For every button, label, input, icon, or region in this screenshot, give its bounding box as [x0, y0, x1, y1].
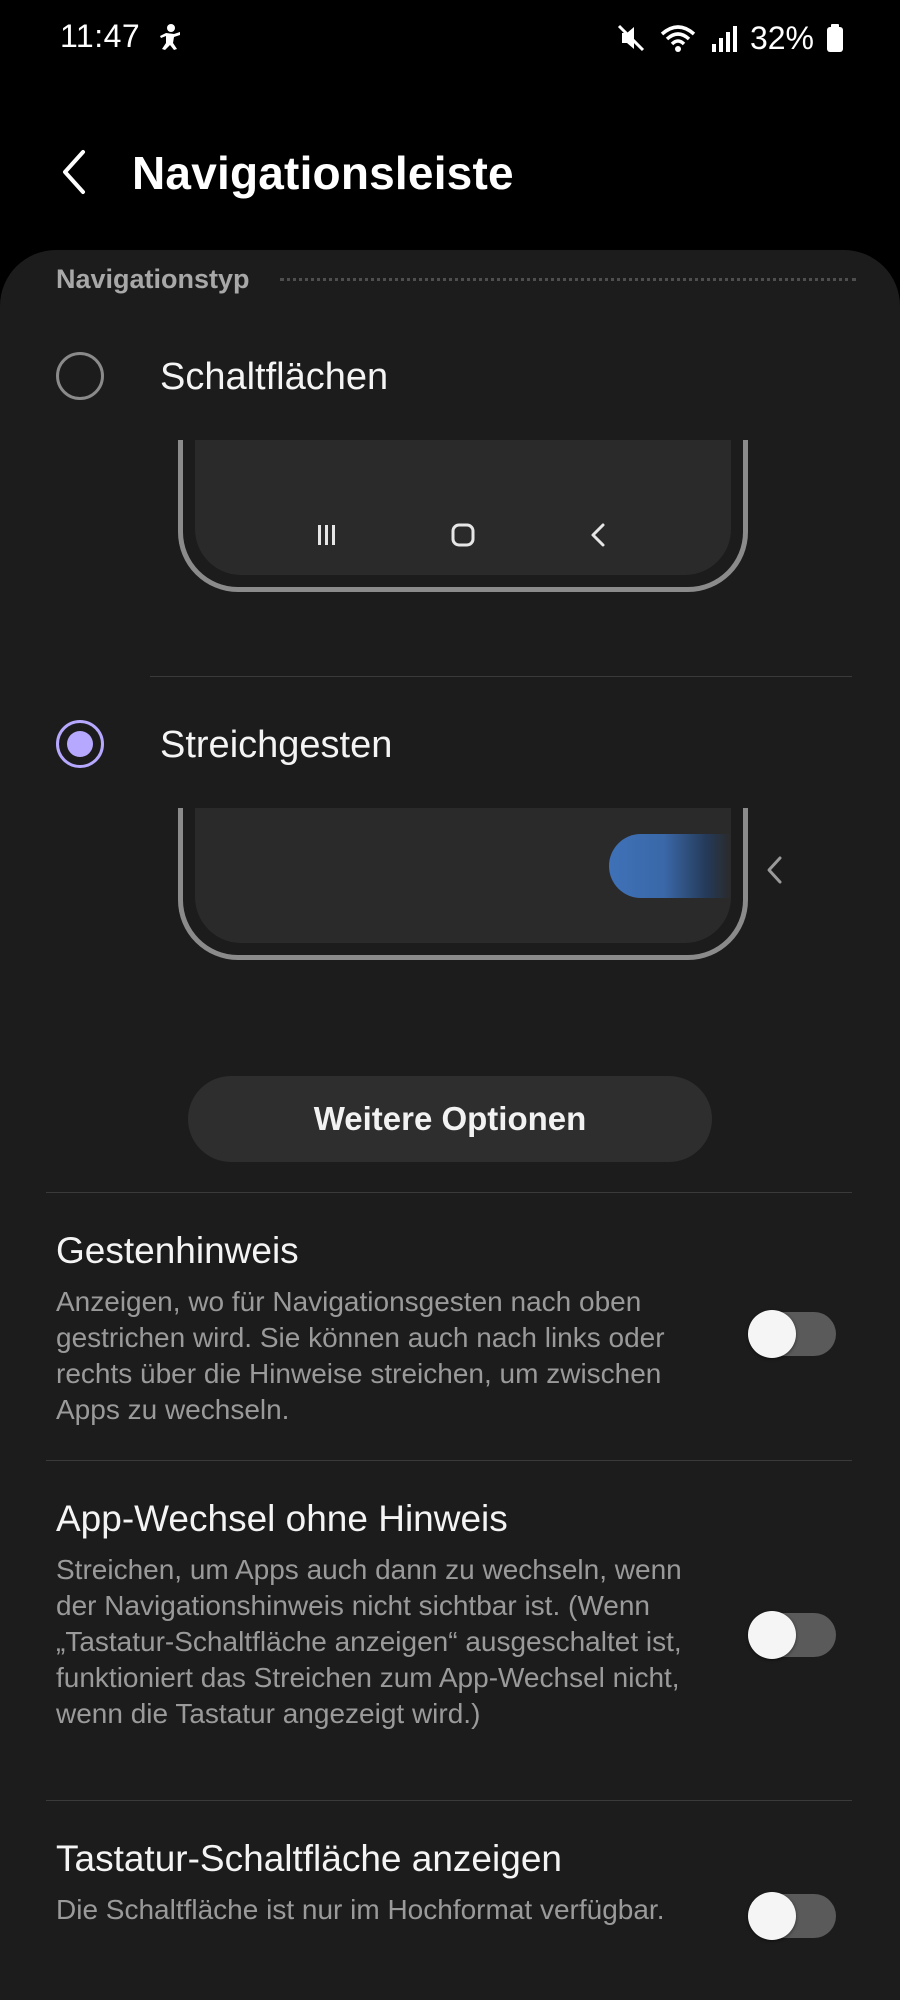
status-time: 11:47	[60, 18, 141, 54]
nav-option-label: Schaltflächen	[160, 356, 389, 398]
setting-description: Streichen, um Apps auch dann zu wechseln…	[56, 1554, 682, 1729]
toggle-knob	[748, 1310, 796, 1358]
setting-title: Tastatur-Schaltfläche anzeigen	[56, 1838, 562, 1879]
keyboard-button-toggle[interactable]	[748, 1892, 836, 1940]
accessibility-notification-icon	[154, 22, 184, 52]
battery-percent: 32%	[749, 19, 814, 56]
gesture-handle	[609, 834, 731, 898]
more-options-button[interactable]: Weitere Optionen	[188, 1076, 712, 1162]
setting-description: Anzeigen, wo für Navigationsgesten nach …	[56, 1286, 665, 1425]
section-divider	[279, 278, 856, 281]
battery-icon	[826, 22, 844, 54]
home-icon	[450, 522, 476, 553]
nav-option-label: Streichgesten	[160, 724, 393, 766]
preview-screen	[195, 808, 731, 943]
back-button[interactable]	[44, 142, 104, 202]
setting-app-switch-without-hint[interactable]: App-Wechsel ohne Hinweis Streichen, um A…	[0, 1498, 900, 1788]
chevron-left-icon	[760, 852, 790, 888]
toggle-knob	[748, 1892, 796, 1940]
app-switch-toggle[interactable]	[748, 1611, 836, 1659]
divider	[46, 1800, 852, 1801]
divider	[46, 1460, 852, 1461]
setting-title: App-Wechsel ohne Hinweis	[56, 1498, 508, 1539]
page-title: Navigationsleiste	[132, 147, 514, 199]
setting-title: Gestenhinweis	[56, 1230, 299, 1271]
setting-description: Die Schaltfläche ist nur im Hochformat v…	[56, 1894, 665, 1925]
divider	[46, 1192, 852, 1193]
radio-buttons-unchecked[interactable]	[56, 352, 104, 400]
preview-screen	[195, 440, 731, 575]
recents-icon	[314, 522, 340, 553]
gestures-preview[interactable]	[178, 808, 748, 960]
toggle-knob	[748, 1611, 796, 1659]
settings-screen: 11:47 32% Navigationsleiste Navigationst…	[0, 0, 900, 2000]
wifi-icon	[658, 22, 698, 54]
chevron-left-icon	[63, 150, 85, 194]
nav-option-buttons[interactable]: Schaltflächen	[0, 326, 900, 426]
status-icons: 32%	[616, 18, 844, 58]
section-title: Navigationstyp	[56, 264, 250, 294]
status-bar: 11:47 32%	[0, 0, 900, 78]
signal-icon	[710, 22, 738, 54]
buttons-preview[interactable]	[178, 440, 748, 592]
settings-card: Navigationstyp Schaltflächen Streichgest…	[0, 250, 900, 2000]
section-header: Navigationstyp	[56, 264, 856, 295]
nav-option-gestures[interactable]: Streichgesten	[0, 694, 900, 794]
setting-keyboard-button[interactable]: Tastatur-Schaltfläche anzeigen Die Schal…	[0, 1838, 900, 1978]
gesture-hint-toggle[interactable]	[748, 1310, 836, 1358]
setting-gesture-hint[interactable]: Gestenhinweis Anzeigen, wo für Navigatio…	[0, 1230, 900, 1430]
mute-icon	[616, 22, 646, 54]
radio-gestures-checked[interactable]	[56, 720, 104, 768]
back-icon	[586, 522, 612, 553]
preview-nav-icons	[195, 522, 731, 553]
app-bar: Navigationsleiste	[0, 120, 900, 230]
divider	[150, 676, 852, 677]
